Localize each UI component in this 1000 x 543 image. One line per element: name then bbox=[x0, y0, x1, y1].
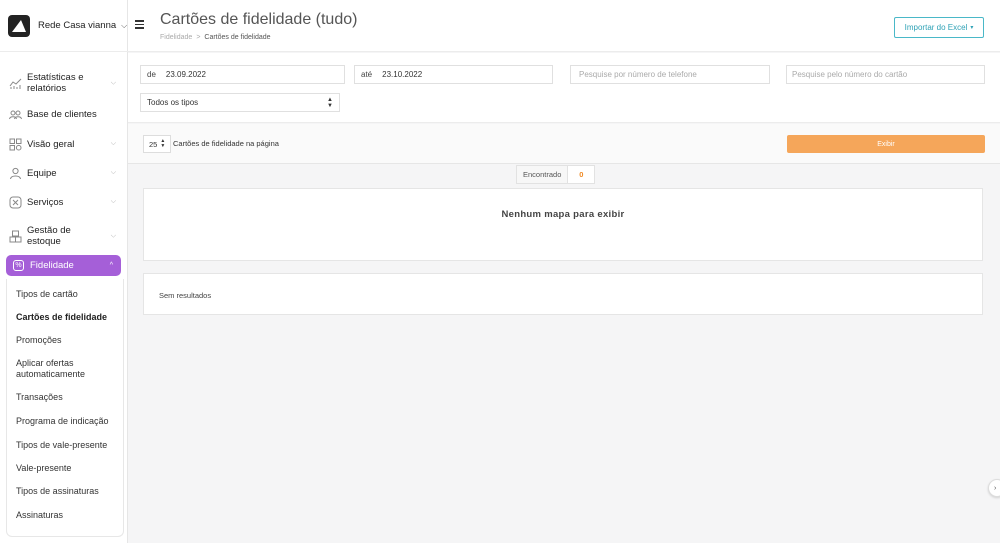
page-header: Cartões de fidelidade (tudo) Fidelidade >… bbox=[128, 0, 1000, 52]
sidebar: Rede Casa vianna ⌵ Estatísticas e relató… bbox=[0, 0, 128, 543]
boxes-icon bbox=[9, 230, 22, 243]
person-icon bbox=[9, 167, 22, 180]
submenu-item-gift-card-types[interactable]: Tipos de vale-presente bbox=[16, 440, 107, 450]
found-label: Encontrado bbox=[517, 166, 569, 183]
loyalty-submenu: Tipos de cartão Cartões de fidelidade Pr… bbox=[6, 279, 124, 537]
results-panel: Sem resultados bbox=[143, 273, 983, 315]
date-from-label: de bbox=[147, 70, 156, 79]
nav-item-label: Gestão de estoque bbox=[27, 225, 71, 247]
chevron-down-icon: ⌵ bbox=[110, 169, 116, 176]
pager-bar: 25 ▲ ▼ Cartões de fidelidade na página Ex… bbox=[128, 124, 1000, 164]
nav-item-stock[interactable]: Gestão de estoque ⌵ bbox=[0, 217, 128, 255]
per-page-label: Cartões de fidelidade na página bbox=[173, 139, 279, 148]
found-count: 0 bbox=[579, 170, 584, 179]
users-icon bbox=[9, 108, 22, 121]
date-to-value: 23.10.2022 bbox=[382, 70, 423, 79]
chevron-down-icon: ⌵ bbox=[110, 140, 116, 147]
found-counter: Encontrado 0 bbox=[516, 165, 596, 184]
nav-item-loyalty[interactable]: % Fidelidade ^ bbox=[6, 255, 121, 276]
no-map-message: Nenhum mapa para exibir bbox=[501, 209, 625, 220]
brand-switcher[interactable]: Rede Casa vianna ⌵ bbox=[0, 0, 128, 52]
per-page-select[interactable]: 25 ▲ ▼ bbox=[143, 135, 172, 153]
submenu-item-subscription-types[interactable]: Tipos de assinaturas bbox=[16, 486, 99, 496]
submenu-item-card-types[interactable]: Tipos de cartão bbox=[16, 289, 78, 299]
import-excel-button[interactable]: Importar do Excel ▾ bbox=[894, 17, 984, 38]
chart-icon bbox=[9, 77, 22, 90]
submenu-item-subscriptions[interactable]: Assinaturas bbox=[16, 510, 63, 520]
import-excel-label: Importar do Excel bbox=[904, 23, 968, 32]
date-from-value: 23.09.2022 bbox=[165, 70, 206, 79]
nav-item-label: Fidelidade bbox=[30, 260, 74, 271]
chevron-down-icon: ⌵ bbox=[110, 198, 116, 205]
nav-item-statistics[interactable]: Estatísticas e relatórios ⌵ bbox=[0, 64, 128, 102]
type-select-value: Todos os tipos bbox=[147, 98, 199, 107]
caret-down-icon: ▾ bbox=[970, 25, 974, 31]
submenu-item-loyalty-cards[interactable]: Cartões de fidelidade bbox=[16, 312, 107, 322]
page-title: Cartões de fidelidade (tudo) bbox=[160, 11, 358, 28]
phone-search-input[interactable]: Pesquise por número de telefone bbox=[570, 65, 770, 84]
per-page-value: 25 bbox=[149, 139, 158, 149]
nav-item-services[interactable]: Serviços ⌵ bbox=[0, 189, 128, 215]
date-from-field[interactable]: de 23.09.2022 bbox=[140, 65, 345, 84]
nav-item-team[interactable]: Equipe ⌵ bbox=[0, 160, 128, 186]
submenu-item-gift-cards[interactable]: Vale-presente bbox=[16, 463, 71, 473]
chevron-right-icon[interactable]: › bbox=[988, 479, 1000, 497]
nav-item-label: Serviços bbox=[27, 196, 64, 208]
nav-item-clients[interactable]: Base de clientes bbox=[0, 102, 128, 127]
submenu-item-promotions[interactable]: Promoções bbox=[16, 335, 62, 345]
no-results-message: Sem resultados bbox=[159, 291, 212, 300]
nav-item-label: Visão geral bbox=[27, 138, 75, 150]
breadcrumb-separator: > bbox=[196, 34, 201, 41]
nav-item-label: Base de clientes bbox=[27, 109, 97, 120]
brand-name: Rede Casa vianna bbox=[38, 20, 117, 31]
filter-panel: de 23.09.2022 até 23.10.2022 Pesquise po… bbox=[128, 53, 1000, 123]
menu-icon[interactable] bbox=[135, 20, 144, 31]
nav-item-label: Equipe bbox=[27, 167, 57, 179]
select-caret-icon: ▲ ▼ bbox=[327, 96, 333, 109]
nav-item-overview[interactable]: Visão geral ⌵ bbox=[0, 131, 128, 157]
chevron-down-icon: ⌵ bbox=[110, 232, 116, 240]
breadcrumb-parent[interactable]: Fidelidade bbox=[160, 34, 192, 41]
show-button[interactable]: Exibir bbox=[787, 135, 985, 153]
submenu-item-referral[interactable]: Programa de indicação bbox=[16, 416, 109, 426]
select-caret-icon: ▲ ▼ bbox=[160, 138, 166, 149]
submenu-item-transactions[interactable]: Transações bbox=[16, 392, 63, 402]
chevron-down-icon: ⌵ bbox=[110, 79, 116, 87]
chevron-down-icon: ⌵ bbox=[121, 20, 128, 30]
grid-icon bbox=[9, 138, 22, 151]
map-panel: Nenhum mapa para exibir bbox=[143, 188, 983, 261]
date-to-field[interactable]: até 23.10.2022 bbox=[354, 65, 553, 84]
brand-logo-icon bbox=[8, 14, 30, 37]
nav-item-label: Estatísticas e relatórios bbox=[27, 72, 84, 94]
date-to-label: até bbox=[361, 70, 373, 79]
breadcrumb-current: Cartões de fidelidade bbox=[204, 34, 271, 41]
scissors-icon bbox=[9, 196, 22, 209]
breadcrumb: Fidelidade > Cartões de fidelidade bbox=[160, 34, 271, 41]
submenu-item-auto-offers[interactable]: Aplicar ofertas automaticamente bbox=[16, 358, 116, 380]
card-search-input[interactable]: Pesquise pelo número do cartão bbox=[786, 65, 985, 84]
chevron-up-icon: ^ bbox=[109, 262, 113, 269]
percent-icon: % bbox=[13, 260, 24, 271]
main-nav: Estatísticas e relatórios ⌵ Base de clie… bbox=[0, 64, 128, 255]
type-select[interactable]: Todos os tipos ▲ ▼ bbox=[140, 93, 340, 112]
